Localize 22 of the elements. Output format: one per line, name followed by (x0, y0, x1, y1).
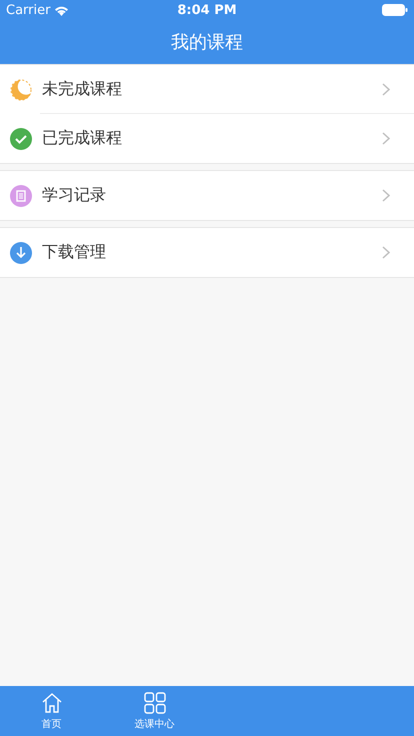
menu-item[interactable]: 已完成课程 (0, 114, 414, 163)
menu-item[interactable]: 下载管理 (0, 228, 414, 277)
wifi-icon (54, 4, 70, 16)
chevron-right-icon (382, 132, 390, 145)
menu-item[interactable]: 未完成课程 (0, 65, 414, 114)
grid-icon (144, 692, 166, 714)
document-icon (10, 184, 32, 206)
menu-label: 未完成课程 (42, 79, 123, 100)
status-time: 8:04 PM (176, 2, 238, 18)
menu-label: 学习记录 (42, 185, 107, 206)
chevron-right-icon (382, 246, 390, 259)
carrier-label: Carrier (6, 2, 50, 18)
chevron-right-icon (382, 189, 390, 202)
menu-label: 已完成课程 (42, 128, 123, 149)
download-icon (10, 242, 32, 264)
battery-icon (382, 4, 408, 16)
page-title: 我的课程 (171, 31, 243, 54)
menu-item[interactable]: 学习记录 (0, 171, 414, 220)
chevron-right-icon (382, 83, 390, 96)
menu-label: 下载管理 (42, 242, 107, 263)
check-icon (10, 128, 32, 150)
home-icon (40, 692, 62, 714)
